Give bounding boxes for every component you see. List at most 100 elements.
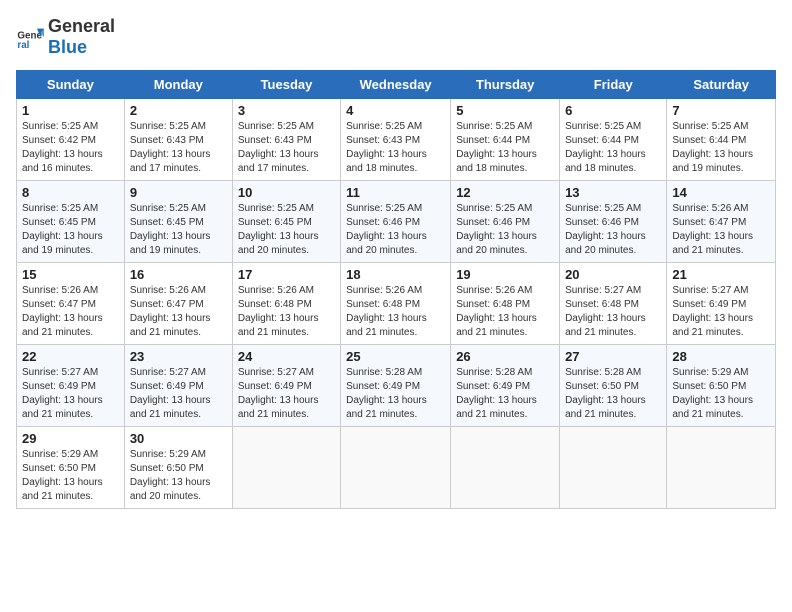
day-number: 29	[22, 431, 119, 446]
day-number: 30	[130, 431, 227, 446]
cell-daylight: Daylight: 13 hours and 21 minutes.	[346, 395, 427, 420]
calendar-cell: 14 Sunrise: 5:26 AM Sunset: 6:47 PM Dayl…	[667, 181, 776, 263]
cell-sunset: Sunset: 6:47 PM	[672, 217, 746, 228]
calendar-cell: 21 Sunrise: 5:27 AM Sunset: 6:49 PM Dayl…	[667, 263, 776, 345]
calendar-header-row: SundayMondayTuesdayWednesdayThursdayFrid…	[17, 71, 776, 99]
cell-sunset: Sunset: 6:43 PM	[238, 135, 312, 146]
cell-sunrise: Sunrise: 5:26 AM	[672, 203, 748, 214]
calendar-cell: 22 Sunrise: 5:27 AM Sunset: 6:49 PM Dayl…	[17, 345, 125, 427]
cell-sunset: Sunset: 6:49 PM	[456, 381, 530, 392]
cell-daylight: Daylight: 13 hours and 21 minutes.	[672, 231, 753, 256]
cell-sunset: Sunset: 6:48 PM	[565, 299, 639, 310]
cell-daylight: Daylight: 13 hours and 17 minutes.	[238, 149, 319, 174]
cell-sunrise: Sunrise: 5:28 AM	[456, 367, 532, 378]
cell-sunset: Sunset: 6:45 PM	[238, 217, 312, 228]
cell-daylight: Daylight: 13 hours and 21 minutes.	[130, 395, 211, 420]
cell-sunrise: Sunrise: 5:26 AM	[22, 285, 98, 296]
cell-sunset: Sunset: 6:48 PM	[456, 299, 530, 310]
cell-daylight: Daylight: 13 hours and 21 minutes.	[565, 313, 646, 338]
cell-daylight: Daylight: 13 hours and 18 minutes.	[456, 149, 537, 174]
day-number: 26	[456, 349, 554, 364]
day-header-tuesday: Tuesday	[232, 71, 340, 99]
day-number: 10	[238, 185, 335, 200]
cell-daylight: Daylight: 13 hours and 16 minutes.	[22, 149, 103, 174]
cell-sunrise: Sunrise: 5:25 AM	[346, 203, 422, 214]
calendar-week-row: 15 Sunrise: 5:26 AM Sunset: 6:47 PM Dayl…	[17, 263, 776, 345]
cell-daylight: Daylight: 13 hours and 19 minutes.	[672, 149, 753, 174]
calendar-cell: 7 Sunrise: 5:25 AM Sunset: 6:44 PM Dayli…	[667, 99, 776, 181]
cell-sunrise: Sunrise: 5:25 AM	[565, 121, 641, 132]
day-header-sunday: Sunday	[17, 71, 125, 99]
cell-daylight: Daylight: 13 hours and 20 minutes.	[565, 231, 646, 256]
calendar-cell	[560, 427, 667, 509]
calendar-cell: 8 Sunrise: 5:25 AM Sunset: 6:45 PM Dayli…	[17, 181, 125, 263]
day-number: 21	[672, 267, 770, 282]
calendar-cell: 27 Sunrise: 5:28 AM Sunset: 6:50 PM Dayl…	[560, 345, 667, 427]
day-number: 7	[672, 103, 770, 118]
cell-sunrise: Sunrise: 5:25 AM	[130, 121, 206, 132]
cell-sunrise: Sunrise: 5:27 AM	[130, 367, 206, 378]
calendar-cell	[451, 427, 560, 509]
calendar-cell: 20 Sunrise: 5:27 AM Sunset: 6:48 PM Dayl…	[560, 263, 667, 345]
calendar-cell: 11 Sunrise: 5:25 AM Sunset: 6:46 PM Dayl…	[341, 181, 451, 263]
calendar-cell: 28 Sunrise: 5:29 AM Sunset: 6:50 PM Dayl…	[667, 345, 776, 427]
logo-icon: Gene ral	[16, 23, 44, 51]
cell-sunrise: Sunrise: 5:25 AM	[456, 203, 532, 214]
cell-daylight: Daylight: 13 hours and 18 minutes.	[565, 149, 646, 174]
calendar-cell: 24 Sunrise: 5:27 AM Sunset: 6:49 PM Dayl…	[232, 345, 340, 427]
cell-sunset: Sunset: 6:46 PM	[346, 217, 420, 228]
calendar-cell: 4 Sunrise: 5:25 AM Sunset: 6:43 PM Dayli…	[341, 99, 451, 181]
calendar-cell: 6 Sunrise: 5:25 AM Sunset: 6:44 PM Dayli…	[560, 99, 667, 181]
cell-sunrise: Sunrise: 5:25 AM	[22, 121, 98, 132]
cell-sunset: Sunset: 6:46 PM	[565, 217, 639, 228]
day-number: 18	[346, 267, 445, 282]
day-header-friday: Friday	[560, 71, 667, 99]
calendar-cell: 15 Sunrise: 5:26 AM Sunset: 6:47 PM Dayl…	[17, 263, 125, 345]
cell-daylight: Daylight: 13 hours and 17 minutes.	[130, 149, 211, 174]
calendar-cell: 3 Sunrise: 5:25 AM Sunset: 6:43 PM Dayli…	[232, 99, 340, 181]
cell-sunset: Sunset: 6:49 PM	[130, 381, 204, 392]
cell-sunset: Sunset: 6:47 PM	[130, 299, 204, 310]
calendar-cell: 26 Sunrise: 5:28 AM Sunset: 6:49 PM Dayl…	[451, 345, 560, 427]
day-number: 23	[130, 349, 227, 364]
calendar-week-row: 8 Sunrise: 5:25 AM Sunset: 6:45 PM Dayli…	[17, 181, 776, 263]
cell-sunset: Sunset: 6:45 PM	[130, 217, 204, 228]
calendar-cell: 12 Sunrise: 5:25 AM Sunset: 6:46 PM Dayl…	[451, 181, 560, 263]
cell-sunrise: Sunrise: 5:26 AM	[238, 285, 314, 296]
cell-sunset: Sunset: 6:44 PM	[672, 135, 746, 146]
cell-sunset: Sunset: 6:50 PM	[565, 381, 639, 392]
cell-sunset: Sunset: 6:49 PM	[672, 299, 746, 310]
day-number: 15	[22, 267, 119, 282]
cell-daylight: Daylight: 13 hours and 21 minutes.	[22, 395, 103, 420]
cell-daylight: Daylight: 13 hours and 21 minutes.	[238, 395, 319, 420]
cell-sunset: Sunset: 6:42 PM	[22, 135, 96, 146]
cell-daylight: Daylight: 13 hours and 18 minutes.	[346, 149, 427, 174]
cell-daylight: Daylight: 13 hours and 19 minutes.	[22, 231, 103, 256]
cell-daylight: Daylight: 13 hours and 21 minutes.	[22, 313, 103, 338]
cell-sunrise: Sunrise: 5:27 AM	[238, 367, 314, 378]
cell-sunset: Sunset: 6:49 PM	[22, 381, 96, 392]
calendar-cell: 2 Sunrise: 5:25 AM Sunset: 6:43 PM Dayli…	[124, 99, 232, 181]
calendar-cell	[232, 427, 340, 509]
cell-sunrise: Sunrise: 5:25 AM	[130, 203, 206, 214]
day-number: 1	[22, 103, 119, 118]
day-number: 4	[346, 103, 445, 118]
cell-daylight: Daylight: 13 hours and 21 minutes.	[130, 313, 211, 338]
day-number: 14	[672, 185, 770, 200]
calendar-cell: 30 Sunrise: 5:29 AM Sunset: 6:50 PM Dayl…	[124, 427, 232, 509]
cell-sunrise: Sunrise: 5:27 AM	[565, 285, 641, 296]
cell-daylight: Daylight: 13 hours and 20 minutes.	[346, 231, 427, 256]
day-number: 13	[565, 185, 661, 200]
day-number: 8	[22, 185, 119, 200]
cell-sunrise: Sunrise: 5:26 AM	[346, 285, 422, 296]
day-number: 27	[565, 349, 661, 364]
day-number: 28	[672, 349, 770, 364]
day-number: 6	[565, 103, 661, 118]
cell-sunrise: Sunrise: 5:25 AM	[565, 203, 641, 214]
day-number: 12	[456, 185, 554, 200]
cell-daylight: Daylight: 13 hours and 21 minutes.	[672, 395, 753, 420]
cell-daylight: Daylight: 13 hours and 20 minutes.	[456, 231, 537, 256]
cell-daylight: Daylight: 13 hours and 19 minutes.	[130, 231, 211, 256]
day-number: 22	[22, 349, 119, 364]
cell-sunset: Sunset: 6:49 PM	[238, 381, 312, 392]
